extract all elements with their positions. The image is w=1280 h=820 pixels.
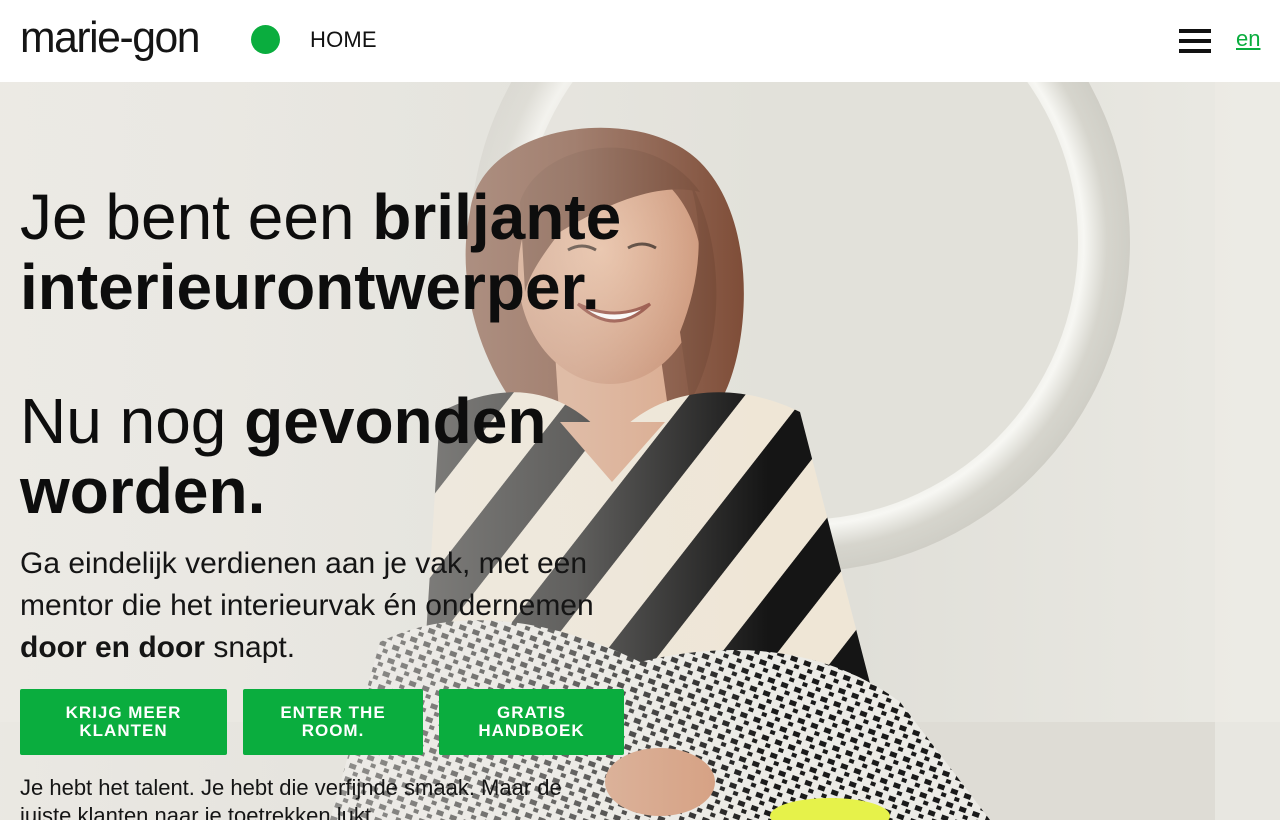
gratis-handboek-button[interactable]: GRATIS HANDBOEK <box>439 689 624 755</box>
hero-subtext: Je hebt het talent. Je hebt die verfijnd… <box>20 775 562 820</box>
hero-intro: Ga eindelijk verdienen aan je vak, met e… <box>20 543 620 669</box>
hamburger-bar <box>1179 29 1211 33</box>
headline-2-regular: Nu nog <box>20 385 245 457</box>
intro-regular-1: Ga eindelijk verdienen aan je vak, met e… <box>20 547 594 622</box>
logo-text: marie-gon <box>20 13 201 62</box>
hamburger-icon[interactable] <box>1179 29 1211 53</box>
enter-the-room-button[interactable]: ENTER THE ROOM. <box>243 689 423 755</box>
intro-regular-2: snapt. <box>204 631 296 664</box>
hero-section: Je bent een briljante interieurontwerper… <box>0 82 1280 820</box>
language-switch-link[interactable]: en <box>1236 26 1260 52</box>
hamburger-bar <box>1179 49 1211 53</box>
intro-bold: door en door <box>20 631 205 664</box>
hero-headline-1: Je bent een briljante interieurontwerper… <box>20 182 660 322</box>
headline-1-regular: Je bent een <box>20 181 373 253</box>
nav-home-link[interactable]: HOME <box>310 27 377 53</box>
hero-headline-2: Nu nog gevonden worden. <box>20 386 660 526</box>
logo[interactable]: marie-gon <box>20 13 280 66</box>
site-header: marie-gon HOME en <box>0 0 1280 82</box>
krijg-meer-klanten-button[interactable]: KRIJG MEER KLANTEN <box>20 689 227 755</box>
green-dot-icon <box>251 25 280 54</box>
hamburger-bar <box>1179 39 1211 43</box>
